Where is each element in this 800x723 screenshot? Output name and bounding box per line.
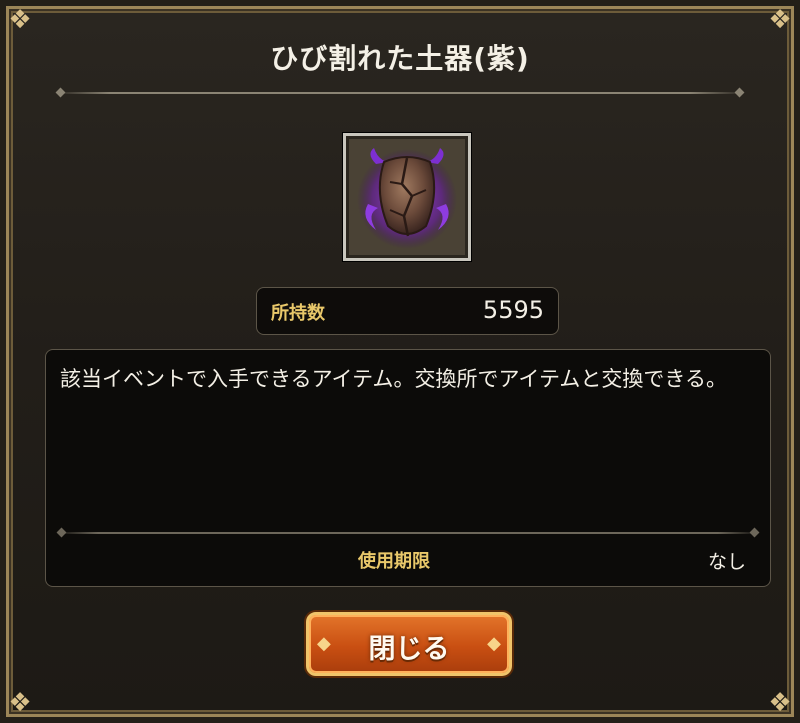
expiry-value: なし [707,551,746,573]
item-icon-frame [343,133,471,261]
close-button-label: 閉じる [368,634,450,665]
dialog-title: ひび割れた土器(紫) [270,42,530,75]
cracked-pottery-purple-icon [357,148,457,249]
corner-ornament-icon: ❖ [8,688,32,718]
description-divider [56,532,760,534]
owned-count-value: 5595 [482,296,544,324]
title-divider [55,92,745,94]
corner-ornament-icon: ❖ [768,688,792,718]
description-box: 該当イベントで入手できるアイテム。交換所でアイテムと交換できる。 使用期限 なし [45,349,771,587]
button-ornament-icon: ◆ [487,633,501,654]
item-description: 該当イベントで入手できるアイテム。交換所でアイテムと交換できる。 [60,367,727,391]
expiry-label: 使用期限 [358,551,430,572]
close-button[interactable]: ◆ 閉じる ◆ [306,612,512,676]
owned-count-box: 所持数 5595 [256,287,559,335]
corner-ornament-icon: ❖ [8,5,32,35]
corner-ornament-icon: ❖ [768,5,792,35]
owned-count-label: 所持数 [271,303,325,324]
item-detail-dialog: ❖ ❖ ❖ ❖ ひび割れた土器(紫) 所持数 5595 該当イベントで入手できる… [6,5,794,718]
